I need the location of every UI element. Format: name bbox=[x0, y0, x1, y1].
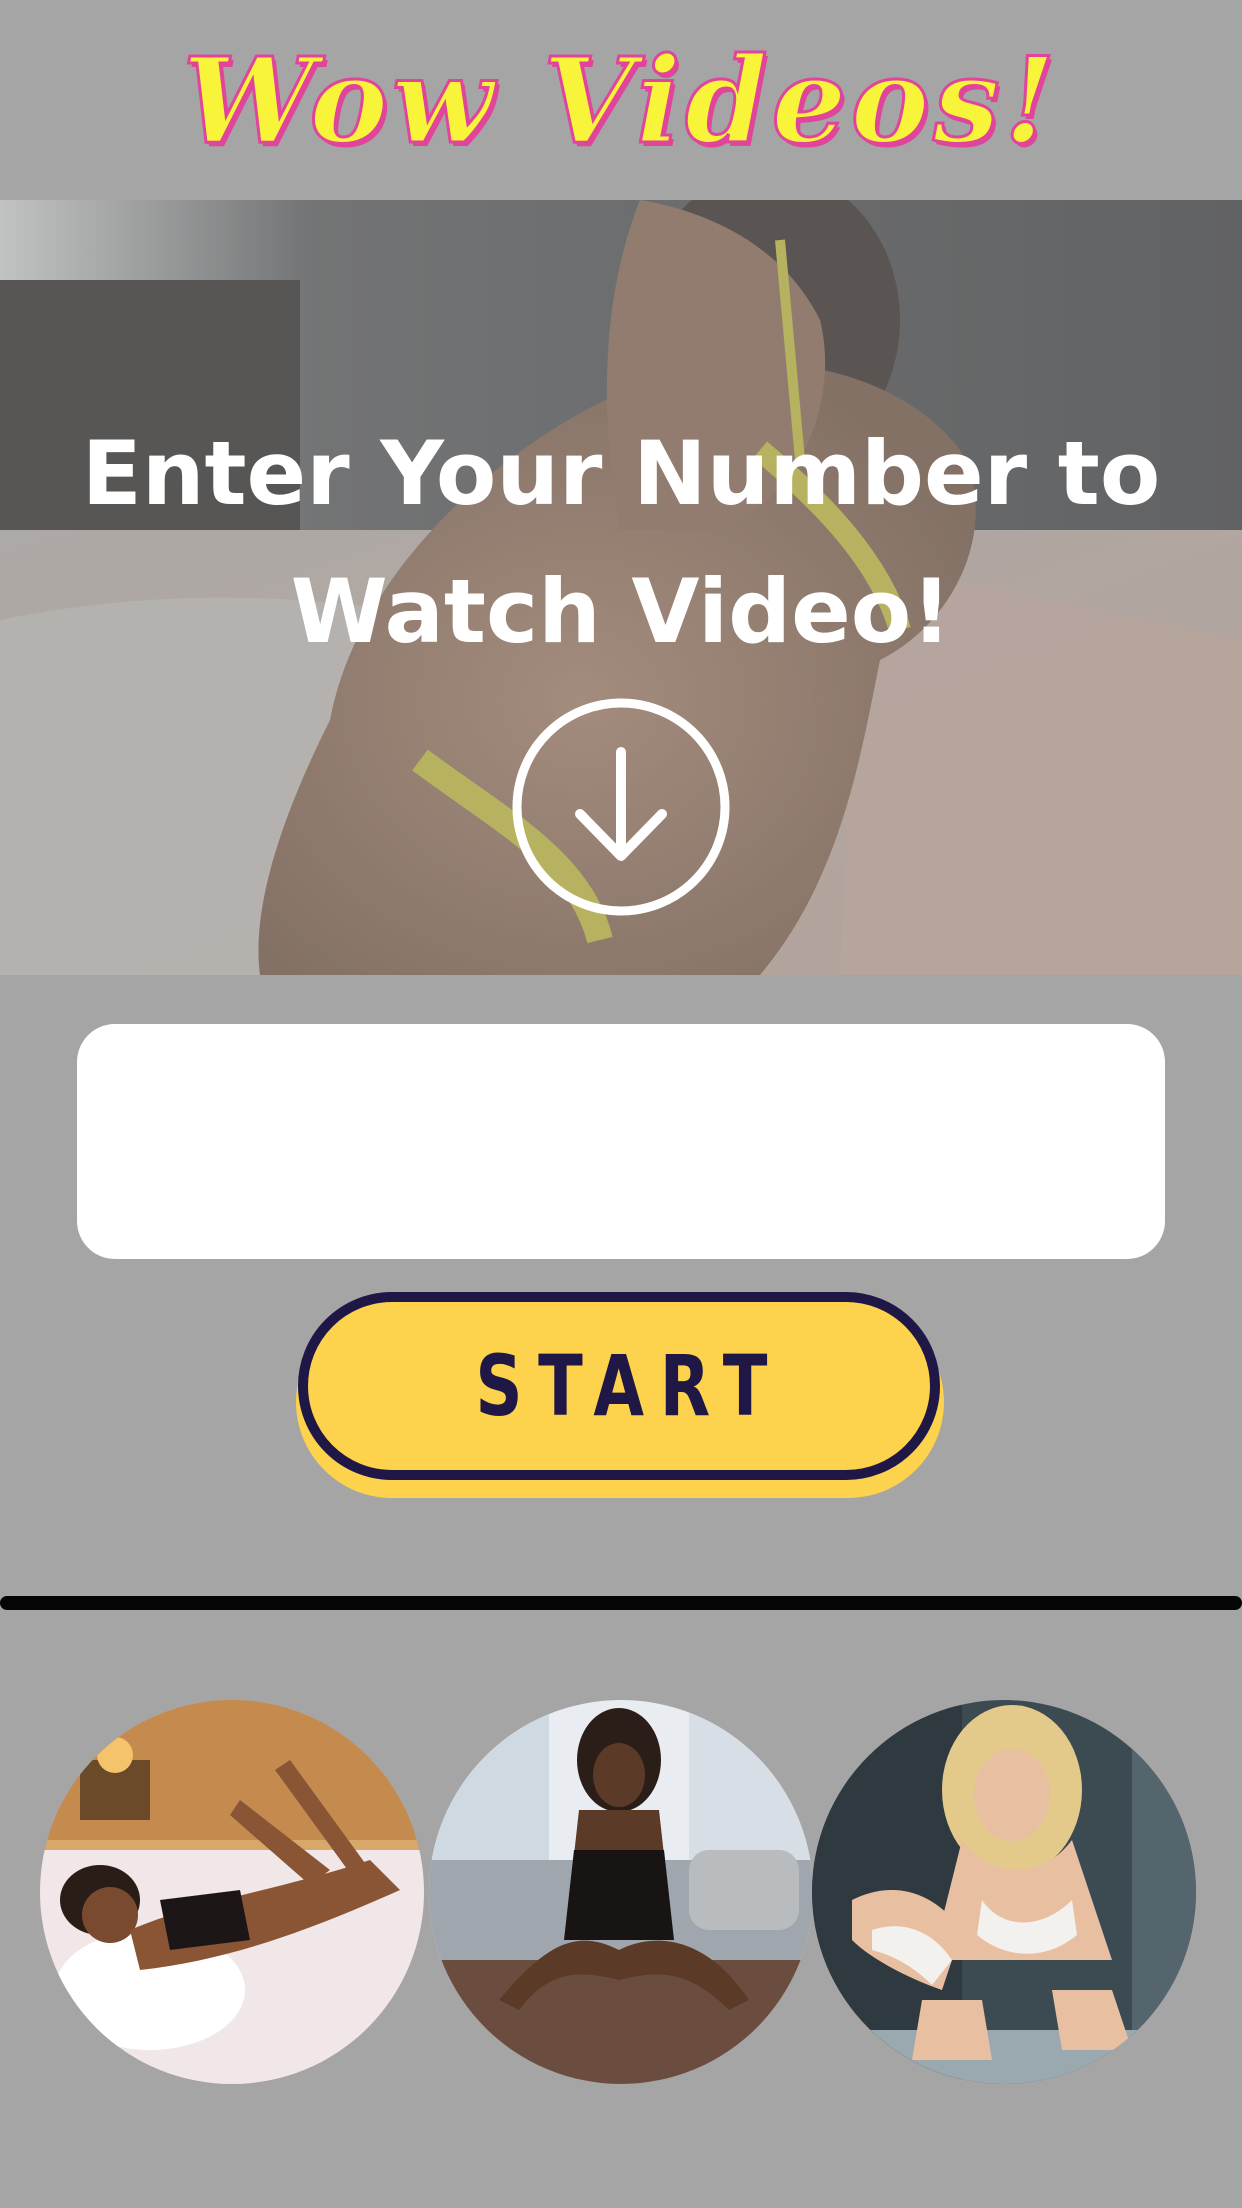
hero-headline: Enter Your Number to Watch Video! bbox=[81, 422, 1161, 663]
hero-banner: Enter Your Number to Watch Video! bbox=[0, 200, 1242, 975]
start-button[interactable]: START bbox=[298, 1292, 940, 1480]
model-photo-2 bbox=[429, 1700, 813, 2084]
model-photo-1 bbox=[40, 1700, 424, 2084]
model-thumbnail-2[interactable] bbox=[429, 1700, 813, 2084]
logo-text: Wow Videos! bbox=[181, 29, 1060, 171]
model-photo-3 bbox=[812, 1700, 1196, 2084]
section-divider bbox=[0, 1596, 1242, 1610]
model-thumbnail-1[interactable] bbox=[40, 1700, 424, 2084]
phone-number-input[interactable] bbox=[77, 1024, 1165, 1259]
model-thumbnail-3[interactable] bbox=[812, 1700, 1196, 2084]
site-logo: Wow Videos! bbox=[0, 20, 1242, 180]
start-button-label: START bbox=[475, 1337, 783, 1435]
arrow-down-circle-icon bbox=[512, 698, 730, 916]
